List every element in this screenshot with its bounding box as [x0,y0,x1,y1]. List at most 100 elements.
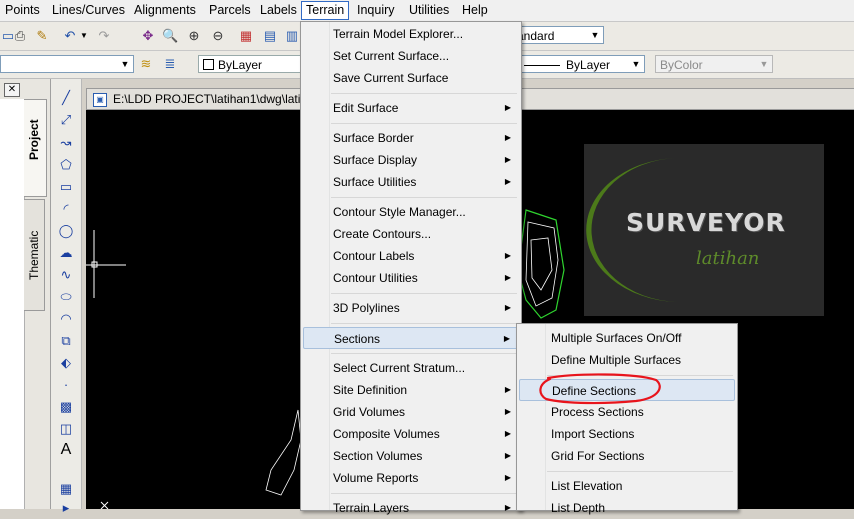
menu-item-surface-display[interactable]: Surface Display ▶ [303,149,519,171]
menu-item-terrain-model-explorer[interactable]: Terrain Model Explorer... [303,23,519,45]
rectangle-icon[interactable]: ▭ [55,178,77,196]
line-icon[interactable]: ╱ [55,89,77,107]
menu-item-list-depth[interactable]: List Depth [519,497,735,519]
menu-alignments[interactable]: Alignments [134,2,196,19]
chevron-down-icon[interactable]: ▼ [756,56,772,72]
pan-icon[interactable]: ✥ [140,28,156,44]
menu-item-3d-polylines[interactable]: 3D Polylines ▶ [303,297,519,319]
menu-item-label: Section Volumes [333,449,423,463]
menu-terrain[interactable]: Terrain [301,1,350,20]
menu-item-edit-surface[interactable]: Edit Surface ▶ [303,97,519,119]
match-properties-icon[interactable]: ✎ [34,28,50,44]
spline-icon[interactable]: ∿ [55,266,77,284]
menu-item-volume-reports[interactable]: Volume Reports ▶ [303,467,519,489]
menu-parcels[interactable]: Parcels [209,2,251,19]
menu-item-surface-utilities[interactable]: Surface Utilities ▶ [303,171,519,193]
menu-labels[interactable]: Labels [260,2,297,19]
ellipse-arc-icon[interactable]: ◠ [55,310,77,328]
menu-item-label: Grid Volumes [333,405,406,419]
prospector-panel: ✕ Project Thematic [0,79,51,509]
revision-cloud-icon[interactable]: ☁ [55,244,77,262]
menu-inquiry[interactable]: Inquiry [357,2,395,19]
menu-item-contour-labels[interactable]: Contour Labels ▶ [303,245,519,267]
menu-item-label: Contour Labels [333,249,415,263]
submenu-arrow-icon: ▶ [504,273,511,282]
hatch-icon[interactable]: ▩ [55,398,77,416]
menu-item-contour-style-manager[interactable]: Contour Style Manager... [303,201,519,223]
chevron-down-icon[interactable]: ▼ [587,27,603,43]
menu-item-set-current-surface[interactable]: Set Current Surface... [303,45,519,67]
point-icon[interactable]: · [55,376,77,394]
menu-separator [331,493,517,494]
arc-icon[interactable]: ◜ [55,200,77,218]
menu-item-terrain-layers[interactable]: Terrain Layers ▶ [303,497,519,519]
menu-points[interactable]: Points [5,2,40,19]
menu-separator [331,93,517,94]
menu-item-contour-utilities[interactable]: Contour Utilities ▶ [303,267,519,289]
menu-item-label: List Depth [551,501,606,515]
polyline-icon[interactable]: ↝ [55,134,77,152]
insert-block-icon[interactable]: ⧉ [55,332,77,350]
region-icon[interactable]: ◫ [55,420,77,438]
print-icon[interactable]: ⎙ [12,28,28,44]
menu-item-create-contours[interactable]: Create Contours... [303,223,519,245]
menu-separator [547,471,733,472]
menu-item-label: Define Multiple Surfaces [551,353,682,367]
zoom-previous-icon[interactable]: ⊖ [210,28,226,44]
table-icon[interactable]: ▦ [55,480,77,498]
circle-icon[interactable]: ◯ [55,222,77,240]
menu-item-site-definition[interactable]: Site Definition ▶ [303,379,519,401]
menu-lines-curves[interactable]: Lines/Curves [52,2,125,19]
menu-item-composite-volumes[interactable]: Composite Volumes ▶ [303,423,519,445]
menu-item-section-volumes[interactable]: Section Volumes ▶ [303,445,519,467]
menu-item-grid-for-sections[interactable]: Grid For Sections [519,445,735,467]
zoom-realtime-icon[interactable]: 🔍 [162,28,178,44]
tab-thematic[interactable]: Thematic [24,199,45,311]
menu-item-sections[interactable]: Sections ▶ [303,327,519,349]
menu-item-select-current-stratum[interactable]: Select Current Stratum... [303,357,519,379]
layer-previous-icon[interactable]: ≋ [138,56,154,72]
menu-separator [331,123,517,124]
layer-stack-icon[interactable]: ≣ [162,56,178,72]
menu-item-multiple-surfaces-on-off[interactable]: Multiple Surfaces On/Off [519,327,735,349]
menu-item-label: Edit Surface [333,101,399,115]
drawing-file-icon: ▣ [93,93,107,107]
menu-item-grid-volumes[interactable]: Grid Volumes ▶ [303,401,519,423]
construction-line-icon[interactable]: ⤢ [55,111,77,129]
menu-item-define-multiple-surfaces[interactable]: Define Multiple Surfaces [519,349,735,371]
chevron-down-icon[interactable]: ▼ [117,56,133,72]
linetype-value: ByLayer [566,58,611,72]
menu-separator [331,293,517,294]
plot-style-combo[interactable]: ByColor ▼ [655,55,773,73]
zoom-window-icon[interactable]: ⊕ [186,28,202,44]
layer-state-combo[interactable]: ▼ [0,55,134,73]
menu-item-save-current-surface[interactable]: Save Current Surface [303,67,519,89]
design-center-icon[interactable]: ▤ [262,28,278,44]
multiline-text-icon[interactable]: A [55,441,77,459]
chevron-down-icon[interactable]: ▼ [628,56,644,72]
layer-combo[interactable]: ByLayer [198,55,302,73]
make-block-icon[interactable]: ⬖ [55,354,77,372]
linetype-combo[interactable]: ByLayer ▼ [519,55,645,73]
menu-item-surface-border[interactable]: Surface Border ▶ [303,127,519,149]
ellipse-icon[interactable]: ⬭ [55,288,77,306]
tab-project[interactable]: Project [24,99,47,197]
scroll-down-icon[interactable]: ▸ [55,499,77,517]
close-icon[interactable]: ✕ [4,83,20,97]
menu-item-list-elevation[interactable]: List Elevation [519,475,735,497]
menu-item-import-sections[interactable]: Import Sections [519,423,735,445]
redo-icon[interactable]: ↷ [96,28,112,44]
undo-dropdown-icon[interactable]: ▼ [76,28,92,44]
submenu-arrow-icon: ▶ [504,385,511,394]
menu-utilities[interactable]: Utilities [409,2,449,19]
text-style-combo[interactable]: andard ▼ [512,26,604,44]
terrain-menu: Terrain Model Explorer... Set Current Su… [300,21,522,515]
menu-item-label: Select Current Stratum... [333,361,466,375]
menu-item-label: Set Current Surface... [333,49,450,63]
panel-content [0,99,25,509]
tool-palette-icon[interactable]: ▥ [284,28,300,44]
polygon-icon[interactable]: ⬠ [55,156,77,174]
properties-icon[interactable]: ▦ [238,28,254,44]
logo-subtext: latihan [696,248,760,269]
menu-help[interactable]: Help [462,2,488,19]
